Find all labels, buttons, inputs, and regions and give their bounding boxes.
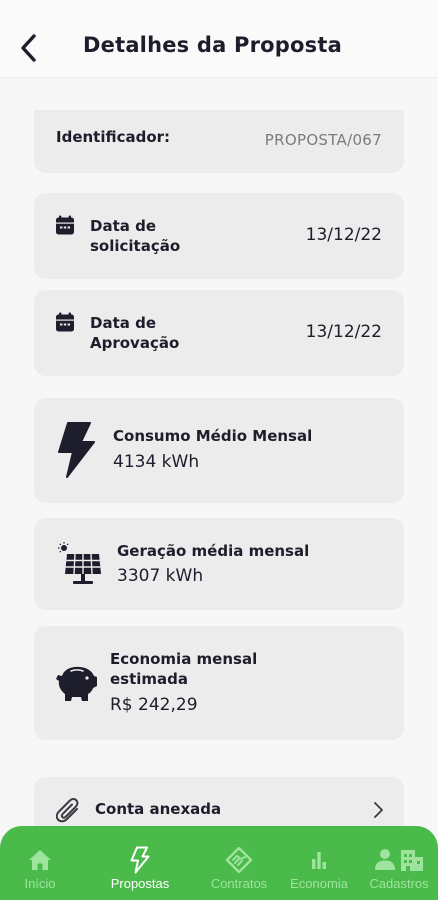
lightning-outline-icon — [130, 846, 150, 874]
identifier-value: PROPOSTA/067 — [264, 131, 382, 149]
lightning-icon — [58, 422, 95, 478]
consumption-card: Consumo Médio Mensal 4134 kWh — [34, 398, 404, 503]
consumption-title: Consumo Médio Mensal — [113, 427, 313, 445]
identifier-label: Identificador: — [56, 128, 171, 146]
nav-label-propostas: Propostas — [110, 876, 170, 891]
generation-card: Geração média mensal 3307 kWh — [34, 518, 404, 610]
approval-date-label: Data de Aprovação — [90, 314, 180, 352]
request-date-value: 13/12/22 — [305, 225, 382, 245]
calendar-icon — [56, 215, 74, 235]
consumption-value: 4134 kWh — [113, 452, 200, 472]
bar-chart-icon — [312, 852, 326, 869]
nav-item-economia[interactable]: Economia — [282, 826, 356, 900]
calendar-icon — [56, 312, 74, 332]
savings-value: R$ 242,29 — [110, 695, 198, 715]
approval-date-card: Data de Aprovação 13/12/22 — [34, 290, 404, 376]
nav-item-contratos[interactable]: Contratos — [202, 826, 276, 900]
generation-value: 3307 kWh — [117, 566, 204, 586]
chevron-right-icon — [374, 802, 383, 818]
handshake-icon — [225, 847, 253, 873]
savings-title: Economia mensal estimada — [110, 650, 258, 688]
user-building-icon — [375, 849, 423, 871]
home-icon — [29, 850, 51, 870]
nav-item-inicio[interactable]: Início — [13, 826, 67, 900]
solar-panel-icon — [58, 542, 101, 584]
nav-label-cadastros: Cadastros — [369, 876, 429, 891]
back-button[interactable] — [14, 30, 44, 66]
generation-title: Geração média mensal — [117, 542, 310, 560]
nav-item-propostas[interactable]: Propostas — [101, 826, 179, 900]
nav-label-contratos: Contratos — [210, 876, 268, 891]
identifier-card: Identificador: PROPOSTA/067 — [34, 110, 404, 173]
nav-label-economia: Economia — [290, 876, 348, 891]
approval-date-value: 13/12/22 — [305, 322, 382, 342]
chevron-left-icon — [21, 34, 36, 62]
bottom-nav: Início Propostas Contratos Economia Cada… — [0, 826, 438, 900]
paperclip-icon — [56, 798, 79, 823]
nav-label-inicio: Início — [24, 876, 56, 891]
request-date-card: Data de solicitação 13/12/22 — [34, 193, 404, 279]
app-header: Detalhes da Proposta — [0, 0, 438, 78]
attachment-label: Conta anexada — [95, 800, 222, 818]
savings-card: Economia mensal estimada R$ 242,29 — [34, 626, 404, 740]
request-date-label: Data de solicitação — [90, 217, 181, 255]
nav-item-cadastros[interactable]: Cadastros — [362, 826, 436, 900]
page-title: Detalhes da Proposta — [83, 33, 342, 57]
piggy-bank-icon — [56, 666, 97, 701]
